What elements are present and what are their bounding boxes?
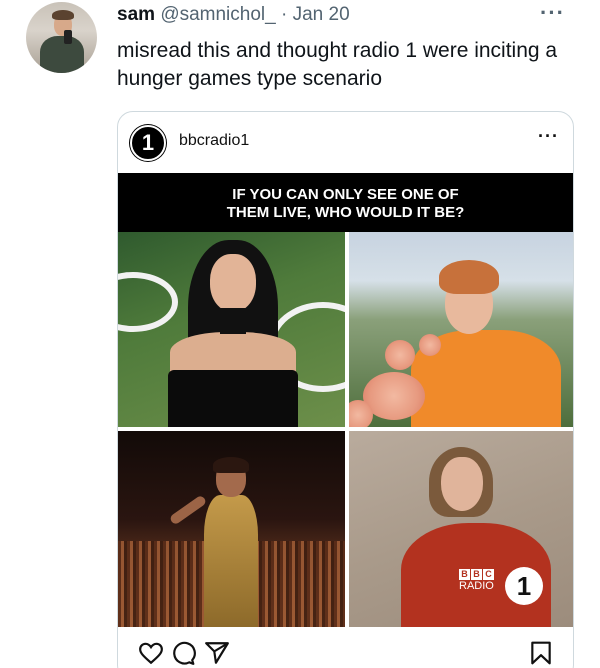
photo-grid: B B C RADIO 1 bbox=[118, 232, 573, 627]
photo-bottom-left bbox=[118, 431, 345, 627]
person-hair bbox=[439, 260, 499, 294]
tweet-text: misread this and thought radio 1 were in… bbox=[117, 39, 558, 90]
tweet-date[interactable]: Jan 20 bbox=[293, 4, 350, 25]
embed-header: 1 bbcradio1 ··· bbox=[118, 112, 573, 172]
person-outfit bbox=[204, 495, 258, 627]
bbc-letter: C bbox=[483, 569, 494, 580]
person-hair bbox=[213, 457, 249, 473]
photo-bottom-right: B B C RADIO 1 bbox=[349, 431, 573, 627]
avatar[interactable] bbox=[26, 2, 97, 73]
bbc-radio-logo: B B C RADIO bbox=[459, 569, 494, 592]
more-horizontal-icon[interactable]: ··· bbox=[540, 0, 565, 26]
banner-line-2: THEM LIVE, WHO WOULD IT BE? bbox=[226, 204, 465, 221]
person-face bbox=[210, 254, 256, 312]
embed-more-icon[interactable]: ··· bbox=[538, 126, 559, 147]
share-icon[interactable] bbox=[204, 640, 230, 666]
user-handle[interactable]: @samnichol_ bbox=[160, 4, 275, 25]
comment-icon[interactable] bbox=[170, 640, 196, 666]
bbc-letter: B bbox=[459, 569, 470, 580]
flower bbox=[419, 334, 441, 356]
embedded-post[interactable]: 1 bbcradio1 ··· IF YOU CAN ONLY SEE ONE … bbox=[117, 111, 574, 668]
post-actions bbox=[118, 632, 573, 668]
photo-top-left bbox=[118, 232, 345, 427]
person-choker bbox=[220, 308, 246, 334]
bbc-letters: B B C bbox=[459, 569, 494, 580]
radio1-badge: 1 bbox=[505, 567, 543, 605]
person-face bbox=[441, 457, 483, 511]
separator: · bbox=[281, 4, 288, 25]
bookmark-icon[interactable] bbox=[528, 640, 554, 666]
flower bbox=[385, 340, 415, 370]
avatar-torso bbox=[40, 36, 84, 73]
person-dress bbox=[168, 370, 298, 427]
heart-icon[interactable] bbox=[138, 640, 164, 666]
account-name[interactable]: bbcradio1 bbox=[179, 132, 249, 150]
photo-top-right bbox=[349, 232, 573, 427]
post-banner: IF YOU CAN ONLY SEE ONE OF THEM LIVE, WH… bbox=[118, 173, 573, 232]
banner-line-1: IF YOU CAN ONLY SEE ONE OF bbox=[232, 186, 459, 203]
account-logo[interactable]: 1 bbox=[130, 125, 166, 161]
bbc-letter: B bbox=[471, 569, 482, 580]
display-name[interactable]: sam bbox=[117, 4, 155, 25]
avatar-phone bbox=[64, 30, 72, 44]
swirl-decoration bbox=[118, 272, 178, 332]
person-arm bbox=[168, 494, 208, 526]
radio-label: RADIO bbox=[459, 580, 494, 592]
avatar-hair bbox=[52, 10, 74, 20]
tweet-header: sam @samnichol_ · Jan 20 bbox=[117, 3, 350, 27]
